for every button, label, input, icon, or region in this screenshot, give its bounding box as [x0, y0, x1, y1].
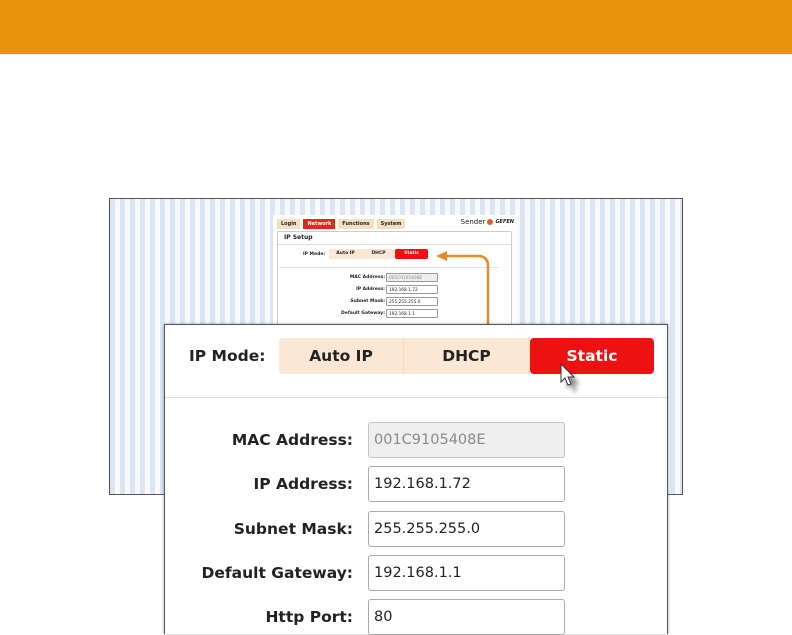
mode-auto-ip-button[interactable]: Auto IP: [279, 338, 404, 374]
row-subnet-mask: Subnet Mask: 255.255.255.0: [165, 511, 667, 547]
ip-mode-selector: Auto IP DHCP Static: [279, 338, 654, 374]
mac-address-label: MAC Address:: [231, 431, 353, 449]
mode-dhcp-button[interactable]: DHCP: [404, 338, 530, 374]
ip-mode-label: IP Mode:: [189, 347, 266, 365]
row-http-port: Http Port: 80: [165, 599, 667, 635]
subnet-mask-field[interactable]: 255.255.255.0: [368, 511, 565, 547]
default-gateway-label: Default Gateway:: [201, 564, 353, 582]
ip-address-field[interactable]: 192.168.1.72: [368, 466, 565, 502]
row-ip-address: IP Address: 192.168.1.72: [165, 466, 667, 502]
http-port-field[interactable]: 80: [368, 599, 565, 635]
http-port-label: Http Port:: [265, 608, 353, 626]
mouse-pointer-icon: [560, 362, 580, 392]
mode-divider: [165, 397, 667, 398]
zoomed-ip-setup-panel: IP Mode: Auto IP DHCP Static MAC Address…: [164, 324, 668, 635]
ip-address-label: IP Address:: [253, 475, 353, 493]
row-mac-address: MAC Address: 001C9105408E: [165, 422, 667, 458]
row-default-gateway: Default Gateway: 192.168.1.1: [165, 555, 667, 591]
default-gateway-field[interactable]: 192.168.1.1: [368, 555, 565, 591]
subnet-mask-label: Subnet Mask:: [233, 520, 353, 538]
mode-static-button[interactable]: Static: [530, 338, 654, 374]
mac-address-field: 001C9105408E: [368, 422, 565, 458]
